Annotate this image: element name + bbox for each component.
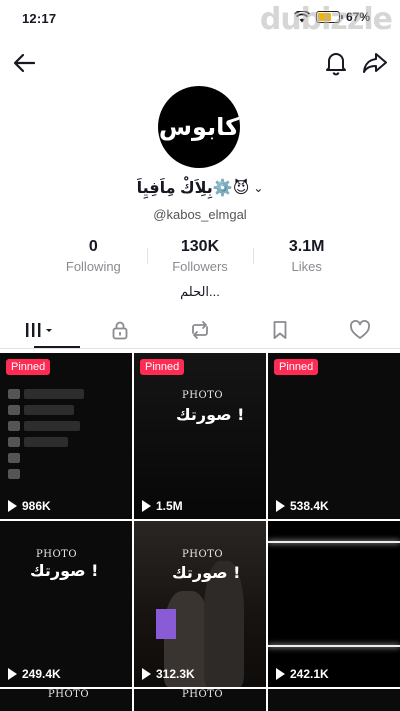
view-count: 242.1K bbox=[276, 667, 329, 681]
video-grid: Pinned 986K PHOTO صورتك ! Pinned 1.5M Pi… bbox=[0, 353, 400, 687]
bell-icon[interactable] bbox=[324, 50, 348, 76]
share-icon[interactable] bbox=[362, 51, 388, 75]
view-count: 312.3K bbox=[142, 667, 195, 681]
top-nav bbox=[0, 44, 400, 84]
list-thumb bbox=[8, 421, 20, 431]
bookmark-icon bbox=[273, 321, 287, 339]
play-icon bbox=[8, 500, 17, 512]
lock-icon bbox=[112, 321, 128, 340]
videos-grid-icon bbox=[26, 323, 52, 337]
stat-label: Followers bbox=[172, 259, 228, 274]
video-grid-partial-row: PHOTO PHOTO bbox=[0, 689, 400, 711]
light-line bbox=[268, 645, 400, 647]
play-icon bbox=[142, 668, 151, 680]
purple-block bbox=[156, 609, 176, 639]
status-bar: 12:17 67% dubizzle bbox=[0, 0, 400, 40]
list-thumb bbox=[8, 389, 20, 399]
overlay-caption: صورتك ! bbox=[172, 563, 241, 582]
play-icon bbox=[276, 668, 285, 680]
tab-favorites[interactable] bbox=[240, 312, 320, 348]
view-count-value: 538.4K bbox=[290, 499, 329, 513]
back-arrow-icon[interactable] bbox=[12, 50, 38, 76]
video-tile[interactable] bbox=[268, 689, 400, 711]
list-line bbox=[24, 437, 68, 447]
display-name-row[interactable]: بِلِاَكْ مِاَفِيِاَ⚙️😈 ⌄ bbox=[0, 178, 400, 198]
view-count-value: 249.4K bbox=[22, 667, 61, 681]
stat-following[interactable]: 0 Following bbox=[40, 238, 147, 278]
overlay-photo-text: PHOTO bbox=[182, 689, 224, 700]
overlay-caption: صورتك ! bbox=[30, 561, 99, 580]
stat-label: Following bbox=[65, 259, 121, 274]
video-tile[interactable]: Pinned 986K bbox=[0, 353, 132, 519]
view-count: 986K bbox=[8, 499, 51, 513]
stat-value: 0 bbox=[88, 238, 98, 255]
watermark-logo: dubizzle bbox=[259, 2, 393, 37]
profile-stats: 0 Following 130K Followers 3.1M Likes bbox=[40, 238, 360, 278]
video-tile[interactable]: PHOTO صورتك ! 249.4K bbox=[0, 521, 132, 687]
list-line bbox=[24, 389, 84, 399]
tab-reposts[interactable] bbox=[160, 312, 240, 348]
avatar[interactable]: كابوس bbox=[158, 86, 240, 168]
video-tile[interactable]: PHOTO bbox=[0, 689, 132, 711]
repost-icon bbox=[192, 321, 208, 339]
stat-followers[interactable]: 130K Followers bbox=[146, 238, 254, 278]
list-thumb bbox=[8, 453, 20, 463]
view-count: 249.4K bbox=[8, 667, 61, 681]
video-tile[interactable]: Pinned 538.4K bbox=[268, 353, 400, 519]
profile-tabs bbox=[0, 312, 400, 348]
stat-likes[interactable]: 3.1M Likes bbox=[253, 238, 360, 278]
overlay-photo-text: PHOTO bbox=[182, 390, 224, 401]
play-icon bbox=[8, 668, 17, 680]
light-line bbox=[268, 541, 400, 543]
video-tile[interactable]: PHOTO bbox=[134, 689, 266, 711]
view-count-value: 242.1K bbox=[290, 667, 329, 681]
heart-icon bbox=[350, 320, 370, 339]
avatar-text: كابوس bbox=[158, 113, 240, 141]
tabs-divider bbox=[0, 348, 400, 349]
overlay-caption: صورتك ! bbox=[176, 405, 245, 424]
view-count: 538.4K bbox=[276, 499, 329, 513]
view-count: 1.5M bbox=[142, 499, 183, 513]
display-name: بِلِاَكْ مِاَفِيِاَ⚙️😈 bbox=[136, 180, 250, 197]
view-count-value: 312.3K bbox=[156, 667, 195, 681]
tab-videos[interactable] bbox=[0, 312, 80, 348]
list-thumb bbox=[8, 405, 20, 415]
stat-value: 3.1M bbox=[288, 238, 325, 255]
play-icon bbox=[142, 500, 151, 512]
tab-private[interactable] bbox=[80, 312, 160, 348]
stat-value: 130K bbox=[180, 238, 220, 255]
list-line bbox=[24, 421, 80, 431]
play-icon bbox=[276, 500, 285, 512]
view-count-value: 1.5M bbox=[156, 499, 183, 513]
username-handle: @kabos_elmgal bbox=[153, 207, 247, 222]
profile-bio: الحلم... bbox=[180, 284, 220, 299]
pinned-badge: Pinned bbox=[274, 359, 319, 375]
status-time: 12:17 bbox=[22, 11, 57, 26]
pinned-badge: Pinned bbox=[140, 359, 185, 375]
overlay-photo-text: PHOTO bbox=[182, 549, 224, 560]
pinned-badge: Pinned bbox=[6, 359, 51, 375]
video-tile[interactable]: PHOTO صورتك ! Pinned 1.5M bbox=[134, 353, 266, 519]
video-tile[interactable]: 242.1K bbox=[268, 521, 400, 687]
list-thumb bbox=[8, 469, 20, 479]
chevron-down-icon: ⌄ bbox=[253, 181, 264, 195]
tab-liked[interactable] bbox=[320, 312, 400, 348]
overlay-photo-text: PHOTO bbox=[36, 549, 78, 560]
stat-label: Likes bbox=[291, 259, 322, 274]
video-tile[interactable]: PHOTO صورتك ! 312.3K bbox=[134, 521, 266, 687]
list-line bbox=[24, 405, 74, 415]
list-thumb bbox=[8, 437, 20, 447]
view-count-value: 986K bbox=[22, 499, 51, 513]
overlay-photo-text: PHOTO bbox=[48, 689, 90, 700]
